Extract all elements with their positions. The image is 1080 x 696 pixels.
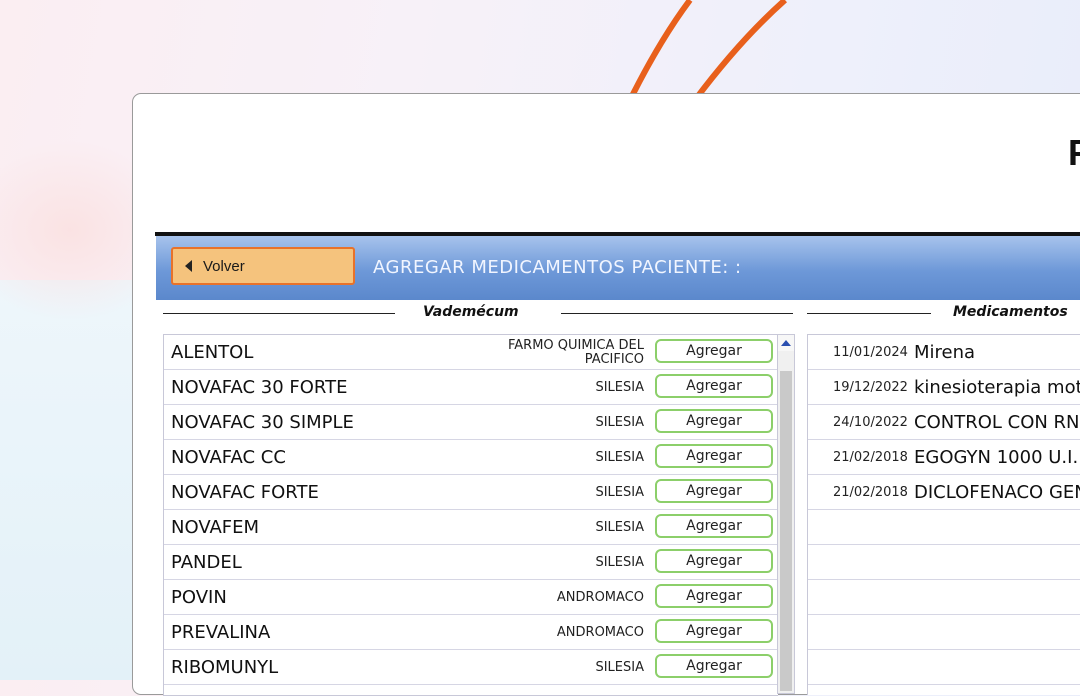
drug-name: NOVAFAC CC	[171, 447, 286, 468]
section-title-vademecum: Vademécum	[423, 304, 519, 320]
vademecum-row: PREVALINA ANDROMACO Agregar	[164, 615, 778, 650]
vademecum-row: PANDEL SILESIA Agregar	[164, 545, 778, 580]
lab-name: SILESIA	[595, 555, 644, 570]
medicamento-row[interactable]: 11/01/2024 Mirena	[808, 335, 1080, 370]
add-medication-button[interactable]: Agregar	[655, 619, 773, 643]
medicamento-row	[808, 510, 1080, 545]
add-medication-button[interactable]: Agregar	[655, 409, 773, 433]
page-title: AGREGAR MEDICAMENTOS PACIENTE: :	[373, 257, 742, 278]
back-button[interactable]: Volver	[171, 247, 355, 285]
add-medication-button[interactable]: Agregar	[655, 339, 773, 363]
vademecum-list: ALENTOL FARMO QUIMICA DEL PACIFICO Agregar…	[163, 334, 778, 696]
medicamento-date: 11/01/2024	[833, 345, 908, 360]
page-title-partial: F	[1068, 132, 1080, 173]
section-divider-left-end	[561, 313, 793, 314]
section-title-medicamentos: Medicamentos	[953, 304, 1068, 320]
add-medication-button[interactable]: Agregar	[655, 654, 773, 678]
app-window: F Volver AGREGAR MEDICAMENTOS PACIENTE: …	[132, 93, 1080, 696]
drug-name: PREVALINA	[171, 622, 271, 643]
medicamento-row	[808, 545, 1080, 580]
medicamento-row	[808, 650, 1080, 685]
medicamento-date: 19/12/2022	[833, 380, 908, 395]
caret-left-icon	[185, 260, 192, 272]
add-medication-button[interactable]: Agregar	[655, 374, 773, 398]
lab-name: SILESIA	[595, 450, 644, 465]
drug-name: NOVAFAC 30 SIMPLE	[171, 412, 354, 433]
vademecum-scrollbar[interactable]	[777, 334, 795, 694]
decorative-swoosh	[627, 0, 787, 100]
vademecum-row: RIBOMUNYL SILESIA Agregar	[164, 650, 778, 685]
add-medication-button[interactable]: Agregar	[655, 549, 773, 573]
lab-name: SILESIA	[595, 415, 644, 430]
add-medication-button[interactable]: Agregar	[655, 479, 773, 503]
drug-name: NOVAFEM	[171, 517, 260, 538]
medicamentos-list: 11/01/2024 Mirena 19/12/2022 kinesioterapia…	[807, 334, 1080, 695]
lab-name: FARMO QUIMICA DEL PACIFICO	[508, 339, 644, 363]
scroll-thumb[interactable]	[780, 371, 792, 691]
drug-name: NOVAFAC FORTE	[171, 482, 319, 503]
lab-name: SILESIA	[595, 660, 644, 675]
drug-name: ALENTOL	[171, 342, 254, 363]
medicamento-row[interactable]: 19/12/2022 kinesioterapia moto	[808, 370, 1080, 405]
medicamento-name: DICLOFENACO GEN	[914, 482, 1080, 503]
medicamento-date: 21/02/2018	[833, 485, 908, 500]
drug-name: NOVAFAC 30 FORTE	[171, 377, 348, 398]
vademecum-row: NOVAFAC FORTE SILESIA Agregar	[164, 475, 778, 510]
vademecum-row: NOVAFAC CC SILESIA Agregar	[164, 440, 778, 475]
add-medication-button[interactable]: Agregar	[655, 444, 773, 468]
medicamento-name: Mirena	[914, 342, 976, 363]
medicamento-row	[808, 615, 1080, 650]
medicamento-row[interactable]: 21/02/2018 DICLOFENACO GEN	[808, 475, 1080, 510]
lab-name: SILESIA	[595, 485, 644, 500]
medicamento-name: kinesioterapia moto	[914, 377, 1080, 398]
drug-name: PANDEL	[171, 552, 242, 573]
vademecum-row: NOVAFAC 30 FORTE SILESIA Agregar	[164, 370, 778, 405]
vademecum-row: NOVAFAC 30 SIMPLE SILESIA Agregar	[164, 405, 778, 440]
add-medication-button[interactable]: Agregar	[655, 514, 773, 538]
medicamento-row	[808, 580, 1080, 615]
medicamento-date: 24/10/2022	[833, 415, 908, 430]
lab-name: ANDROMACO	[556, 590, 644, 605]
medicamento-name: CONTROL CON RN	[914, 412, 1080, 433]
medicamento-name: EGOGYN 1000 U.I.	[914, 447, 1079, 468]
lab-name: SILESIA	[595, 520, 644, 535]
scroll-up-arrow-icon	[781, 340, 791, 346]
vademecum-row: NOVAFEM SILESIA Agregar	[164, 510, 778, 545]
back-button-label: Volver	[203, 257, 245, 275]
drug-name: POVIN	[171, 587, 227, 608]
medicamento-date: 21/02/2018	[833, 450, 908, 465]
background-band	[0, 280, 140, 680]
scroll-up-button[interactable]	[778, 335, 794, 351]
add-medication-button[interactable]: Agregar	[655, 584, 773, 608]
vademecum-row: POVIN ANDROMACO Agregar	[164, 580, 778, 615]
lab-name: SILESIA	[595, 380, 644, 395]
header-bar: Volver AGREGAR MEDICAMENTOS PACIENTE: :	[156, 236, 1080, 300]
medicamento-row[interactable]: 24/10/2022 CONTROL CON RN	[808, 405, 1080, 440]
medicamento-row[interactable]: 21/02/2018 EGOGYN 1000 U.I.	[808, 440, 1080, 475]
section-divider-right	[807, 313, 931, 314]
section-divider-left	[163, 313, 395, 314]
vademecum-row: ALENTOL FARMO QUIMICA DEL PACIFICO Agregar	[164, 335, 778, 370]
lab-name: ANDROMACO	[556, 625, 644, 640]
